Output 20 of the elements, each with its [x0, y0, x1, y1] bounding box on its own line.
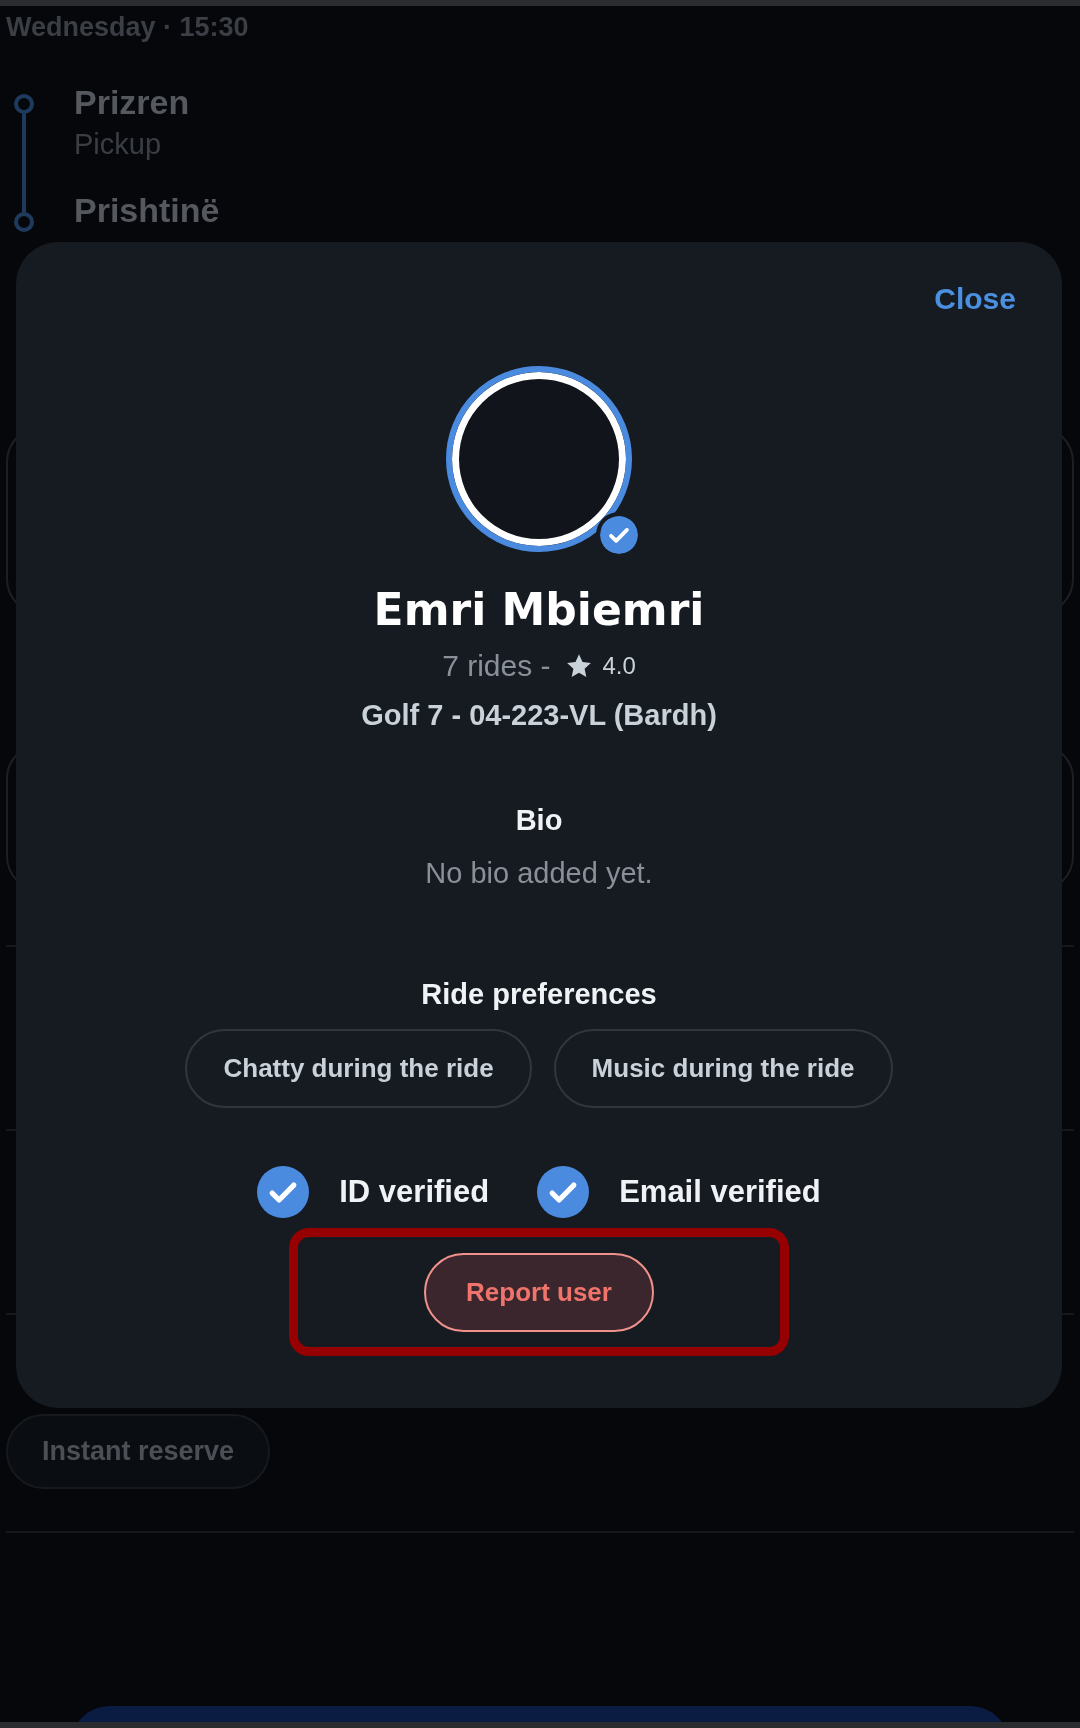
bio-text: No bio added yet.: [425, 857, 653, 890]
place-name: Prishtinë: [74, 190, 220, 231]
date-time: Wednesday · 15:30: [6, 12, 250, 44]
close-button[interactable]: Close: [934, 282, 1016, 316]
preference-chip: Music during the ride: [553, 1029, 893, 1108]
section-title: Bio: [515, 804, 563, 837]
stop-label: Pickup: [74, 127, 163, 162]
preference-chip: Chatty during the ride: [185, 1029, 532, 1108]
rating: 4.0: [602, 652, 636, 680]
place-name: Prizren: [74, 82, 191, 123]
user-name: Emri Mbiemri: [373, 584, 705, 635]
check-icon: [537, 1166, 590, 1218]
check-icon: [257, 1166, 310, 1218]
verification-label: ID verified: [339, 1174, 490, 1210]
ride-count: 7 rides -: [442, 649, 551, 683]
report-button[interactable]: Report user: [424, 1252, 654, 1332]
vehicle-info: Golf 7 - 04-223-VL (Bardh): [361, 699, 717, 732]
verification-label: Email verified: [619, 1174, 821, 1210]
route-line-icon: [12, 92, 36, 232]
section-title: Ride preferences: [421, 978, 657, 1011]
